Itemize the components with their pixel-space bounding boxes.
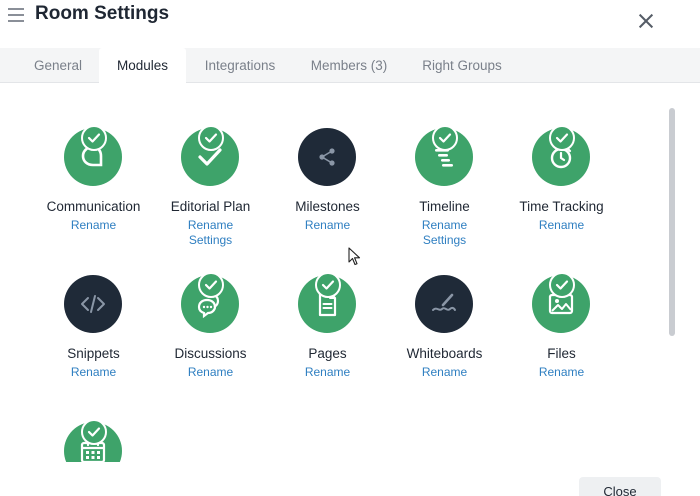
close-icon[interactable] <box>638 13 654 29</box>
rename-link[interactable]: Rename <box>35 365 152 379</box>
rename-link[interactable]: Rename <box>152 365 269 379</box>
rename-link[interactable]: Rename <box>269 365 386 379</box>
rename-link[interactable]: Rename <box>386 218 503 232</box>
tab-general[interactable]: General <box>24 48 92 83</box>
enabled-check-icon[interactable] <box>315 272 341 298</box>
rename-link[interactable]: Rename <box>503 218 620 232</box>
rename-link[interactable]: Rename <box>386 365 503 379</box>
enabled-check-icon[interactable] <box>81 419 107 445</box>
rename-link[interactable]: Rename <box>152 218 269 232</box>
mouse-cursor-icon <box>348 247 361 266</box>
code-icon <box>81 295 105 313</box>
enabled-check-icon[interactable] <box>81 125 107 151</box>
module-name: Milestones <box>295 199 360 214</box>
pen-scribble-icon <box>432 293 456 311</box>
enabled-check-icon[interactable] <box>549 272 575 298</box>
enabled-check-icon[interactable] <box>549 125 575 151</box>
enabled-check-icon[interactable] <box>432 125 458 151</box>
page-title: Room Settings <box>35 3 170 24</box>
rename-link[interactable]: Rename <box>35 218 152 232</box>
module-name: Communication <box>46 199 141 214</box>
close-button[interactable]: Close <box>579 477 661 496</box>
hamburger-menu-icon[interactable] <box>8 8 24 22</box>
module-name: Pages <box>308 346 347 361</box>
module-name: Files <box>547 346 576 361</box>
rename-link[interactable]: Rename <box>269 218 386 232</box>
tab-bar: General Modules Integrations Members (3)… <box>0 48 700 84</box>
module-name: Timeline <box>419 199 470 214</box>
settings-link[interactable]: Settings <box>152 233 269 247</box>
module-toggle[interactable] <box>64 275 122 333</box>
modules-grid: Communication Rename Editorial Plan Rena… <box>0 84 700 462</box>
module-toggle[interactable] <box>415 275 473 333</box>
tab-members[interactable]: Members (3) <box>302 48 396 83</box>
dialog-header: Room Settings <box>0 0 700 48</box>
rename-link[interactable]: Rename <box>503 365 620 379</box>
settings-link[interactable]: Settings <box>386 233 503 247</box>
module-name: Snippets <box>67 346 120 361</box>
tab-right-groups[interactable]: Right Groups <box>414 48 510 83</box>
module-name: Time Tracking <box>519 199 604 214</box>
tab-integrations[interactable]: Integrations <box>194 48 286 83</box>
share-nodes-icon <box>319 148 335 166</box>
module-name: Discussions <box>174 346 247 361</box>
enabled-check-icon[interactable] <box>198 272 224 298</box>
module-toggle[interactable] <box>298 128 356 186</box>
module-name: Whiteboards <box>406 346 483 361</box>
content-scrollbar[interactable] <box>669 108 675 336</box>
enabled-check-icon[interactable] <box>198 125 224 151</box>
tab-modules[interactable]: Modules <box>99 48 186 84</box>
module-name: Editorial Plan <box>170 199 251 214</box>
